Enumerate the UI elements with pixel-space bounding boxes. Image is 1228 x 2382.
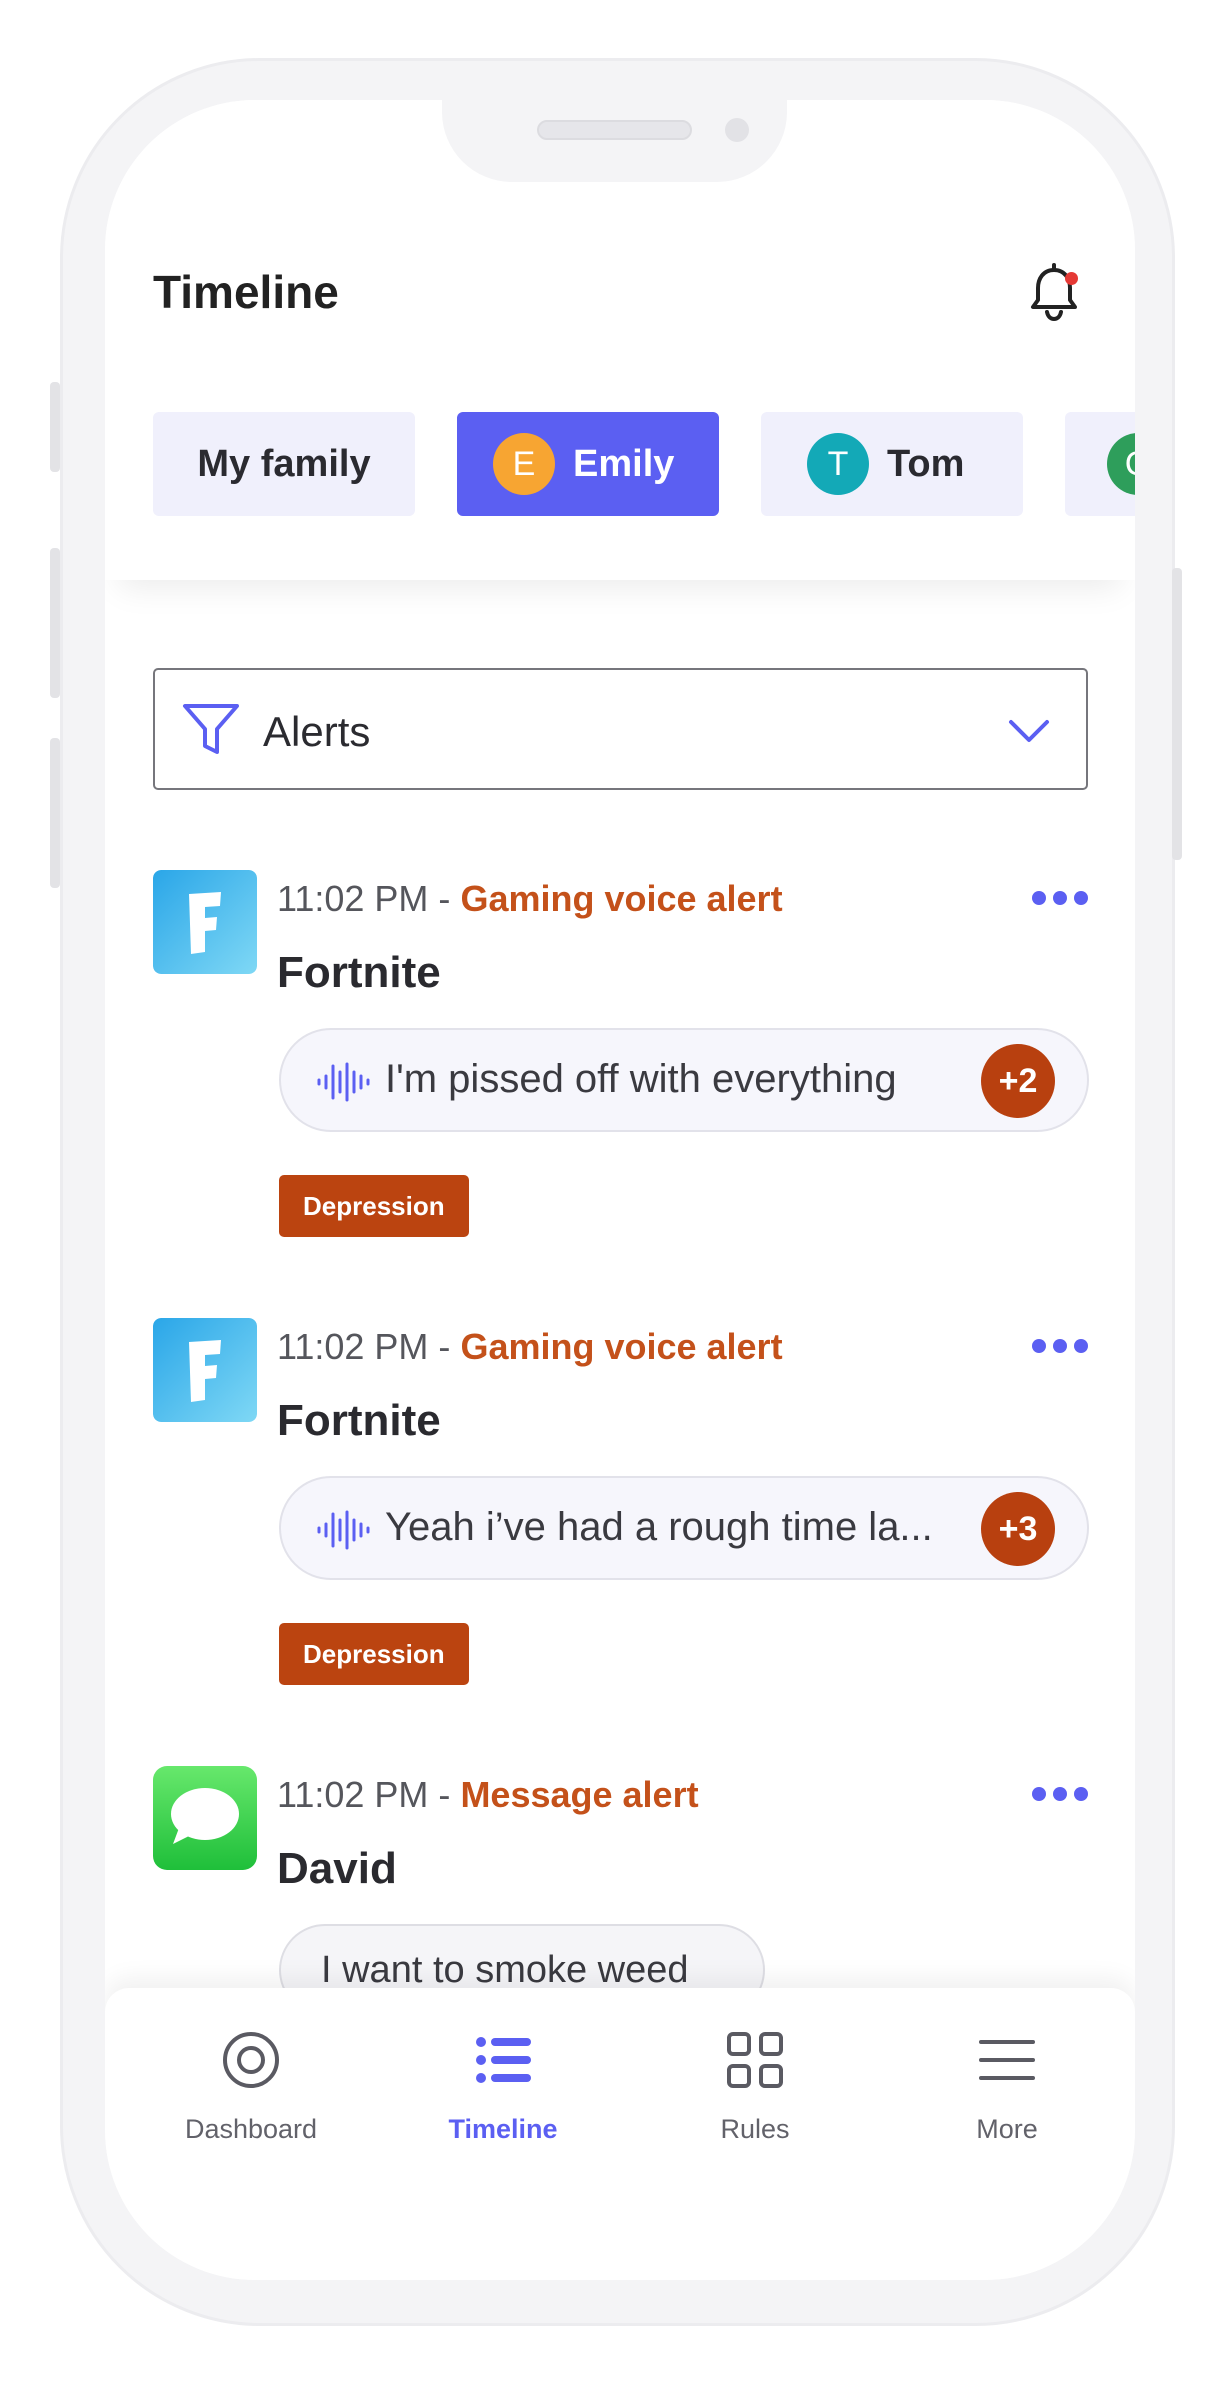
bottom-tab-bar: Dashboard Timeline Rules More bbox=[105, 1988, 1135, 2280]
member-chip-label: My family bbox=[197, 442, 371, 485]
avatar: G bbox=[1107, 433, 1135, 495]
alert-item[interactable]: 11:02 PM - Gaming voice alert Fortnite I… bbox=[153, 870, 1089, 1250]
tab-dashboard[interactable]: Dashboard bbox=[151, 2028, 351, 2145]
alert-content-text: I want to smoke weed bbox=[321, 1948, 689, 1991]
messages-app-icon bbox=[153, 1766, 257, 1870]
alerts-filter-dropdown[interactable]: Alerts bbox=[153, 668, 1088, 790]
more-count-badge: +2 bbox=[981, 1044, 1055, 1118]
app-screen: Timeline My family E Emily T Tom G bbox=[105, 100, 1135, 2280]
avatar: E bbox=[493, 433, 555, 495]
member-selector: My family E Emily T Tom G bbox=[153, 412, 1135, 516]
phone-speaker bbox=[537, 120, 692, 140]
alert-content-text: I'm pissed off with everything bbox=[385, 1057, 897, 1101]
phone-side-button bbox=[1172, 568, 1182, 860]
alert-source: David bbox=[277, 1844, 397, 1893]
alert-type: Message alert bbox=[460, 1774, 699, 1815]
alert-type: Gaming voice alert bbox=[460, 878, 783, 919]
alert-content-text: Yeah i’ve had a rough time la... bbox=[385, 1505, 933, 1549]
more-options-icon[interactable] bbox=[1031, 888, 1089, 908]
avatar: T bbox=[807, 433, 869, 495]
member-chip-label: Tom bbox=[887, 442, 965, 485]
notification-bell-icon[interactable] bbox=[1023, 262, 1085, 324]
target-icon bbox=[223, 2032, 279, 2088]
alert-source: Fortnite bbox=[277, 948, 441, 997]
phone-side-button bbox=[50, 548, 60, 698]
alert-content-bubble[interactable]: Yeah i’ve had a rough time la... +3 bbox=[279, 1476, 1089, 1580]
tab-label: Rules bbox=[720, 2114, 790, 2144]
category-tag: Depression bbox=[279, 1623, 469, 1685]
more-options-icon[interactable] bbox=[1031, 1784, 1089, 1804]
tab-more[interactable]: More bbox=[907, 2028, 1107, 2145]
filter-label: Alerts bbox=[263, 708, 371, 755]
fortnite-app-icon bbox=[153, 870, 257, 974]
tab-label: Timeline bbox=[448, 2114, 558, 2144]
phone-side-button bbox=[50, 738, 60, 888]
more-count-badge: +3 bbox=[981, 1492, 1055, 1566]
tab-label: More bbox=[976, 2114, 1038, 2144]
fortnite-app-icon bbox=[153, 1318, 257, 1422]
alert-type: Gaming voice alert bbox=[460, 1326, 783, 1367]
alert-item[interactable]: 11:02 PM - Gaming voice alert Fortnite Y… bbox=[153, 1318, 1089, 1698]
alert-time: 11:02 PM - bbox=[277, 878, 451, 919]
alert-content-bubble[interactable]: I'm pissed off with everything +2 bbox=[279, 1028, 1089, 1132]
audio-wave-icon bbox=[317, 1510, 370, 1550]
member-chip-partial[interactable]: G bbox=[1065, 412, 1135, 516]
page-title: Timeline bbox=[153, 266, 339, 318]
phone-side-button bbox=[50, 382, 60, 472]
more-options-icon[interactable] bbox=[1031, 1336, 1089, 1356]
filter-icon bbox=[183, 704, 239, 754]
member-chip-my-family[interactable]: My family bbox=[153, 412, 415, 516]
alert-meta: 11:02 PM - Gaming voice alert bbox=[277, 1326, 783, 1368]
alert-time: 11:02 PM - bbox=[277, 1326, 451, 1367]
grid-icon bbox=[727, 2032, 783, 2088]
member-chip-emily[interactable]: E Emily bbox=[457, 412, 719, 516]
alert-meta: 11:02 PM - Gaming voice alert bbox=[277, 878, 783, 920]
notification-dot bbox=[1065, 272, 1078, 285]
phone-notch bbox=[442, 100, 787, 182]
alert-meta: 11:02 PM - Message alert bbox=[277, 1774, 699, 1816]
category-tag: Depression bbox=[279, 1175, 469, 1237]
alert-time: 11:02 PM - bbox=[277, 1774, 451, 1815]
tab-label: Dashboard bbox=[184, 2114, 318, 2144]
menu-icon bbox=[979, 2040, 1035, 2080]
audio-wave-icon bbox=[317, 1062, 370, 1102]
phone-camera bbox=[725, 118, 749, 142]
alert-source: Fortnite bbox=[277, 1396, 441, 1445]
alert-item[interactable]: 11:02 PM - Message alert David I want to… bbox=[153, 1766, 1088, 2026]
member-chip-label: Emily bbox=[573, 442, 675, 485]
member-chip-tom[interactable]: T Tom bbox=[761, 412, 1023, 516]
tab-rules[interactable]: Rules bbox=[655, 2028, 855, 2145]
chevron-down-icon bbox=[1009, 720, 1049, 742]
tab-timeline[interactable]: Timeline bbox=[403, 2028, 603, 2145]
list-icon bbox=[476, 2037, 531, 2083]
